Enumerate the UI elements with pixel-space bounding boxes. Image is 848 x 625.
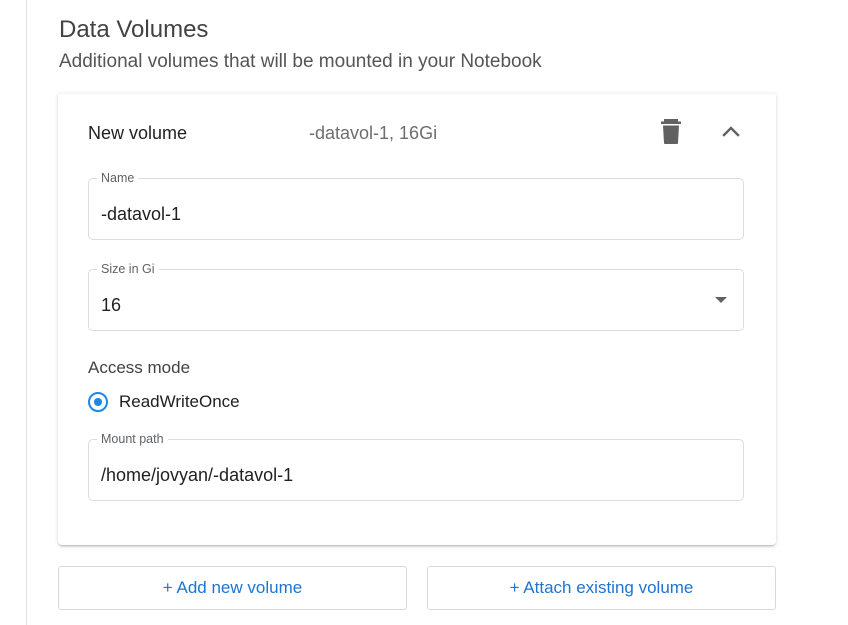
section-title: Data Volumes xyxy=(59,16,209,43)
section-subtitle: Additional volumes that will be mounted … xyxy=(59,51,542,72)
name-field-value[interactable]: -datavol-1 xyxy=(101,203,181,225)
size-select-value[interactable]: 16 xyxy=(101,294,121,316)
attach-existing-volume-button[interactable]: + Attach existing volume xyxy=(427,566,776,610)
size-select[interactable]: Size in Gi 16 xyxy=(88,261,744,331)
add-new-volume-button[interactable]: + Add new volume xyxy=(58,566,407,610)
volume-panel: New volume -datavol-1, 16Gi Name -datavo… xyxy=(58,93,776,545)
left-divider xyxy=(26,0,27,625)
name-field-label: Name xyxy=(97,170,139,186)
volume-header-description: -datavol-1, 16Gi xyxy=(309,123,438,143)
name-field[interactable]: Name -datavol-1 xyxy=(88,170,744,240)
dropdown-arrow-icon[interactable] xyxy=(715,297,727,303)
radio-selected-dot xyxy=(93,397,102,406)
trash-icon[interactable] xyxy=(658,117,684,145)
radio-label[interactable]: ReadWriteOnce xyxy=(119,392,240,412)
volume-header-title[interactable]: New volume xyxy=(88,123,187,144)
radio-readwriteonce[interactable]: ReadWriteOnce xyxy=(88,389,240,415)
size-select-label: Size in Gi xyxy=(97,261,159,277)
access-mode-label: Access mode xyxy=(88,358,191,377)
chevron-up-icon[interactable] xyxy=(718,119,744,143)
panel-top-divider xyxy=(58,93,776,95)
mount-path-value[interactable]: /home/jovyan/-datavol-1 xyxy=(101,464,293,486)
radio-button-icon[interactable] xyxy=(88,392,108,412)
page: Data Volumes Additional volumes that wil… xyxy=(0,0,848,625)
mount-path-label: Mount path xyxy=(97,431,168,447)
mount-path-field[interactable]: Mount path /home/jovyan/-datavol-1 xyxy=(88,431,744,501)
